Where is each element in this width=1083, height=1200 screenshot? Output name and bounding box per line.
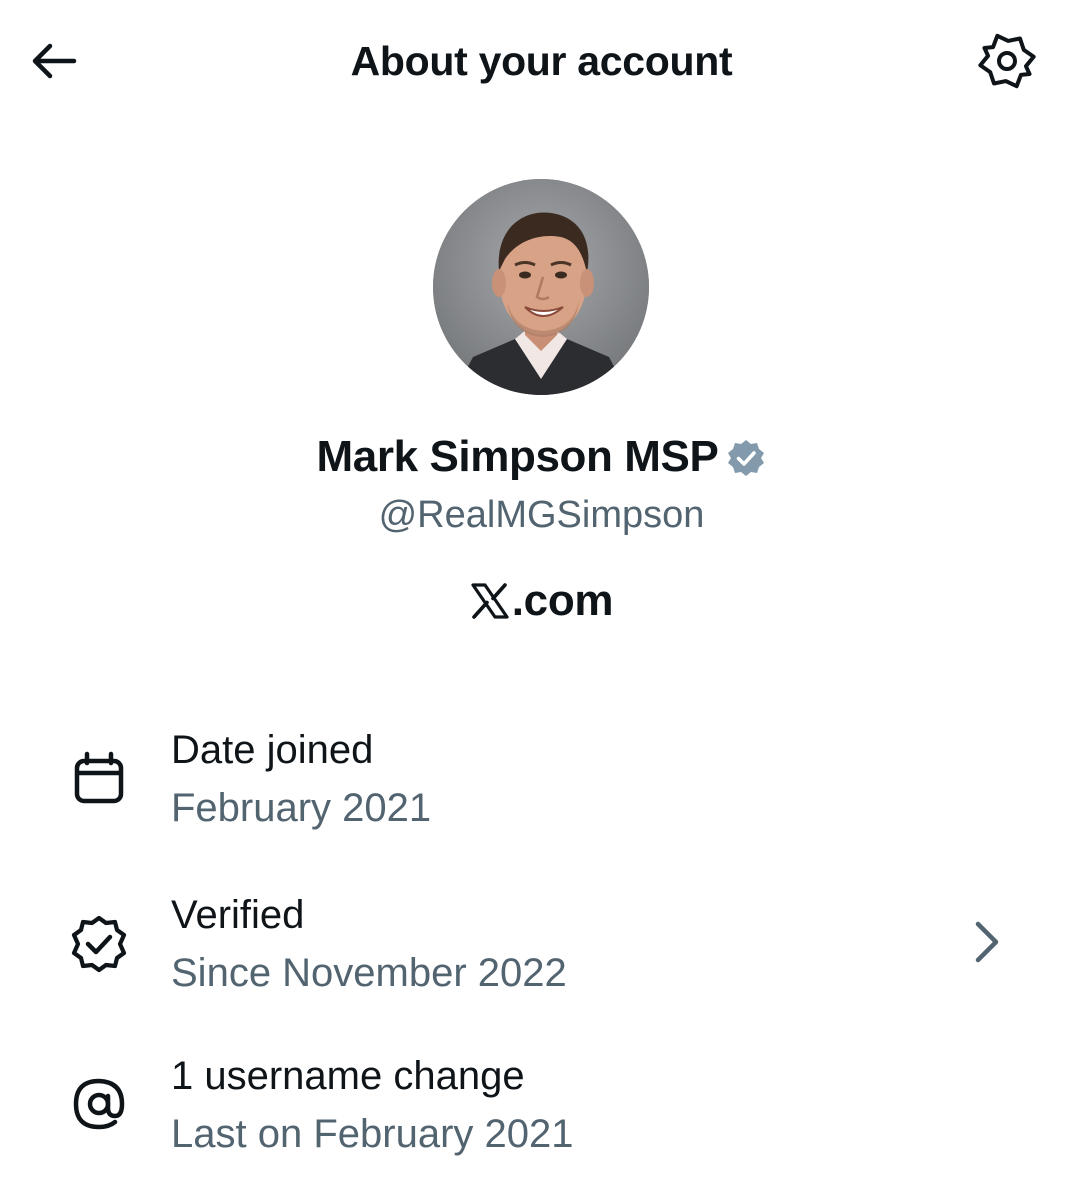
profile-avatar[interactable] [433,179,649,395]
row-title: Date joined [171,728,374,772]
chevron-right-icon[interactable] [960,916,1012,968]
calendar-icon [66,746,132,812]
display-name: Mark Simpson MSP [316,432,719,481]
username-handle: @RealMGSimpson [378,494,705,536]
date-joined-row: Date joined February 2021 [0,720,1083,840]
verified-check-icon [66,911,132,977]
verified-row[interactable]: Verified Since November 2022 [0,885,1083,1005]
username-change-row: 1 username change Last on February 2021 [0,1050,1083,1170]
settings-button[interactable] [974,30,1040,92]
row-subtitle: Last on February 2021 [171,1112,574,1156]
source-domain: .com [511,576,614,625]
account-source: .com [0,575,1083,627]
row-subtitle: Since November 2022 [171,951,567,995]
profile-photo [433,179,649,395]
at-sign-icon [66,1071,132,1137]
page-title: About your account [350,38,733,84]
row-subtitle: February 2021 [171,786,432,830]
row-title: 1 username change [171,1054,525,1098]
gear-icon [978,33,1036,89]
x-logo-icon [470,581,510,621]
top-app-bar: About your account [0,0,1083,122]
display-name-row: Mark Simpson MSP [0,428,1083,486]
row-title: Verified [171,893,305,937]
verified-badge-icon [726,438,766,478]
